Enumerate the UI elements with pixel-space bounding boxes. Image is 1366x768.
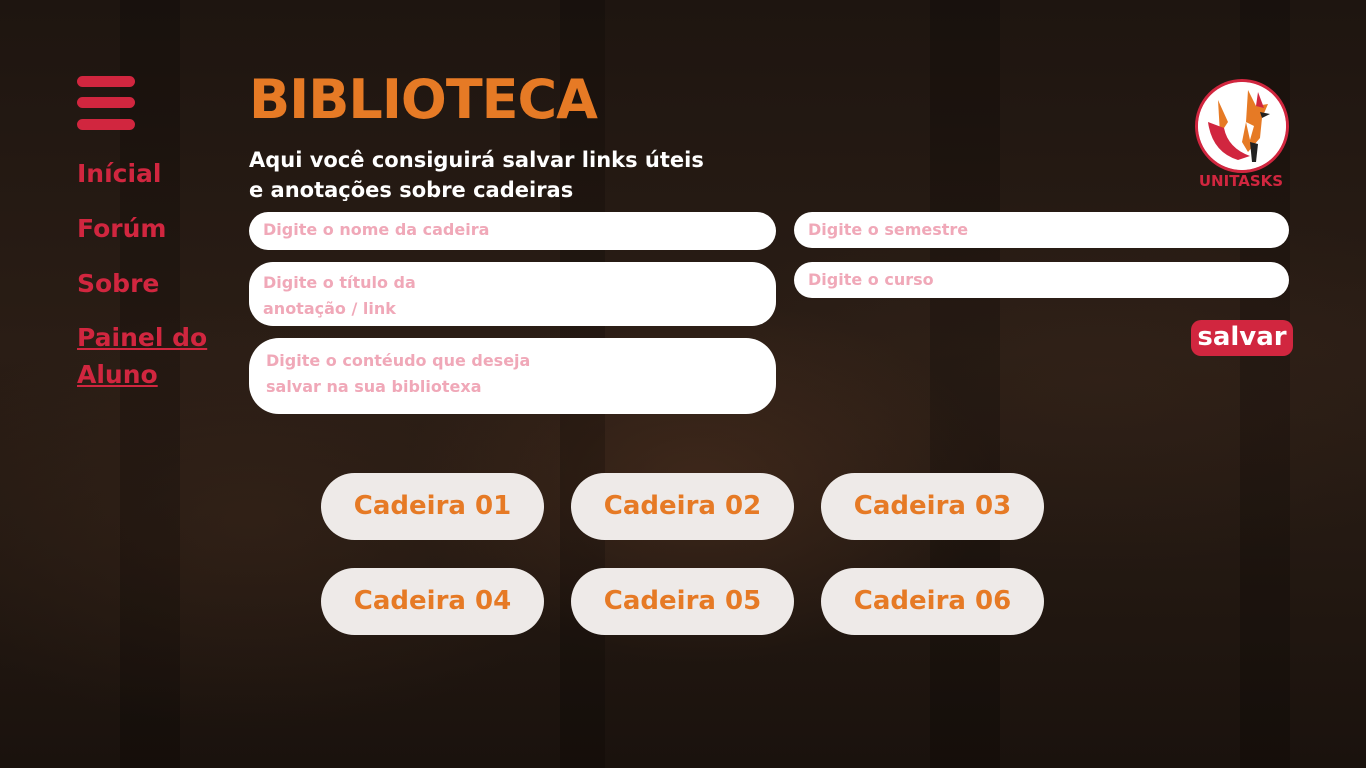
page-subtitle: Aqui você consiguirá salvar links úteis …: [249, 148, 704, 202]
curso-placeholder: Digite o curso: [808, 270, 934, 289]
logo-text: UNITASKS: [1198, 172, 1284, 190]
cadeira-name-placeholder: Digite o nome da cadeira: [263, 220, 490, 239]
hamburger-menu-icon[interactable]: [77, 76, 135, 130]
fox-logo-icon: [1195, 79, 1289, 173]
titulo-input[interactable]: Digite o título da anotação / link: [249, 262, 776, 326]
menu-bar: [77, 76, 135, 87]
curso-input[interactable]: Digite o curso: [794, 262, 1289, 298]
course-card-04[interactable]: Cadeira 04: [321, 568, 544, 635]
page-title: BIBLIOTECA: [249, 68, 598, 131]
course-card-03[interactable]: Cadeira 03: [821, 473, 1044, 540]
nav-item-inicial[interactable]: Inícial: [77, 155, 162, 192]
course-card-05[interactable]: Cadeira 05: [571, 568, 794, 635]
course-card-02[interactable]: Cadeira 02: [571, 473, 794, 540]
conteudo-textarea[interactable]: Digite o contéudo que deseja salvar na s…: [249, 338, 776, 414]
unitasks-logo: UNITASKS: [1194, 78, 1289, 190]
titulo-placeholder: Digite o título da anotação / link: [263, 273, 416, 318]
course-card-01[interactable]: Cadeira 01: [321, 473, 544, 540]
cadeira-name-input[interactable]: Digite o nome da cadeira: [249, 212, 776, 250]
semestre-input[interactable]: Digite o semestre: [794, 212, 1289, 248]
conteudo-placeholder: Digite o contéudo que deseja salvar na s…: [266, 351, 531, 396]
nav-item-sobre[interactable]: Sobre: [77, 265, 159, 302]
semestre-placeholder: Digite o semestre: [808, 220, 969, 239]
save-button[interactable]: salvar: [1191, 320, 1293, 356]
menu-bar: [77, 119, 135, 130]
course-card-06[interactable]: Cadeira 06: [821, 568, 1044, 635]
nav-item-forum[interactable]: Forúm: [77, 210, 166, 247]
nav-item-painel-do-aluno[interactable]: Painel do Aluno: [77, 319, 227, 393]
menu-bar: [77, 97, 135, 108]
